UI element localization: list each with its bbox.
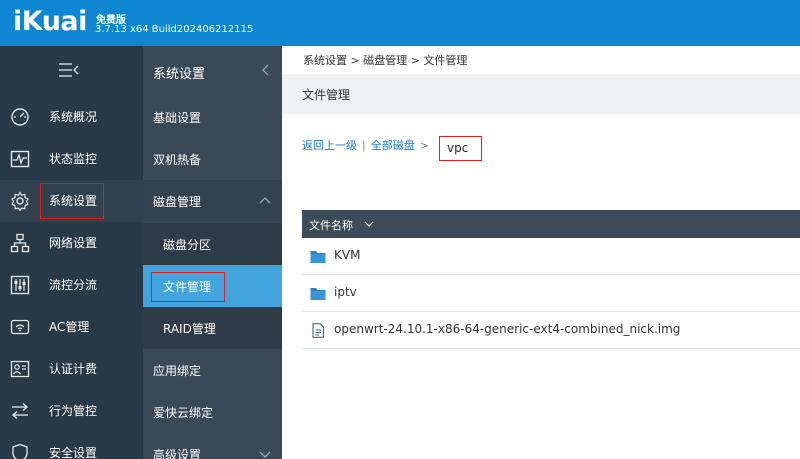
monitor-icon	[10, 150, 30, 168]
table-row[interactable]: openwrt-24.10.1-x86-64-generic-ext4-comb…	[302, 312, 800, 349]
sidebar2-item-label: 磁盘管理	[153, 195, 202, 209]
user-card-icon	[10, 360, 30, 378]
sidebar-item-security[interactable]: 安全设置	[0, 432, 143, 459]
sidebar2-item-label: 高级设置	[153, 448, 202, 459]
sidebar2-item-label: 磁盘分区	[163, 238, 212, 252]
sidebar-item-label: AC管理	[49, 320, 90, 334]
sidebar-item-label: 流控分流	[49, 278, 98, 292]
table-row[interactable]: KVM	[302, 238, 800, 275]
column-header-filename[interactable]: 文件名称	[309, 217, 353, 233]
disk-management-submenu: 磁盘分区 文件管理 RAID管理	[143, 223, 282, 349]
path-divider: |	[362, 139, 366, 152]
sidebar2-item-app-binding[interactable]: 应用绑定	[143, 349, 282, 391]
folder-icon	[310, 288, 326, 300]
sidebar2-item-label: 基础设置	[153, 111, 202, 125]
file-name[interactable]: KVM	[334, 248, 360, 262]
gear-icon	[11, 191, 29, 211]
sidebar-item-label: 安全设置	[49, 446, 98, 459]
sidebar2-item-cloud-binding[interactable]: 爱快云绑定	[143, 391, 282, 433]
sidebar2-item-disk-partition[interactable]: 磁盘分区	[143, 223, 282, 265]
sidebar-collapse-row	[0, 46, 143, 96]
ikuai-logo: iKuai	[13, 6, 87, 37]
sidebar-item-traffic-control[interactable]: 流控分流	[0, 264, 143, 306]
sidebar-item-behavior-control[interactable]: 行为管控	[0, 390, 143, 432]
main-content: 系统设置 > 磁盘管理 > 文件管理 文件管理 返回上一级 | 全部磁盘 > vpc …	[282, 46, 800, 459]
path-arrow: >	[419, 139, 429, 152]
sidebar-item-monitor[interactable]: 状态监控	[0, 138, 143, 180]
top-bar: iKuai 免费版 3.7.13 x64 Build202406212115	[0, 0, 800, 46]
sidebar-item-ac-management[interactable]: AC管理	[0, 306, 143, 348]
file-name[interactable]: iptv	[334, 285, 357, 299]
table-row[interactable]: iptv	[302, 275, 800, 312]
secondary-sidebar-header: 系统设置	[143, 46, 282, 96]
sidebar-item-label: 状态监控	[49, 152, 98, 166]
sidebar-item-label: 系统设置	[49, 194, 98, 208]
sidebar-item-overview[interactable]: 系统概况	[0, 96, 143, 138]
sidebar2-item-label: 文件管理	[163, 280, 212, 294]
sidebar-item-label: 行为管控	[49, 404, 98, 418]
chevron-down-icon	[259, 451, 271, 458]
sidebar2-item-hot-standby[interactable]: 双机热备	[143, 138, 282, 180]
path-navigation: 返回上一级 | 全部磁盘 >	[302, 137, 429, 153]
chevron-left-icon[interactable]	[261, 64, 271, 76]
file-name[interactable]: openwrt-24.10.1-x86-64-generic-ext4-comb…	[334, 322, 680, 336]
sort-chevron-down-icon[interactable]	[364, 220, 374, 228]
back-link[interactable]: 返回上一级	[302, 139, 357, 152]
primary-sidebar: 系统概况 状态监控 系统设置 网络设置 流控分流 AC管理 认证计费 行为管控 …	[0, 46, 143, 459]
file-table-header: 文件名称	[302, 210, 800, 238]
highlight-box-current-path: vpc	[439, 136, 482, 161]
arrows-icon	[12, 403, 28, 419]
sidebar2-item-raid-management[interactable]: RAID管理	[143, 307, 282, 349]
file-document-icon	[312, 323, 325, 338]
network-icon	[10, 233, 30, 253]
chevron-up-icon	[259, 197, 271, 204]
menu-collapse-icon[interactable]	[58, 60, 80, 80]
sidebar2-item-label: RAID管理	[163, 322, 216, 336]
sidebar2-item-file-management[interactable]: 文件管理	[143, 265, 282, 307]
version-label: 3.7.13 x64 Build202406212115	[95, 24, 254, 35]
sidebar2-item-label: 应用绑定	[153, 364, 202, 378]
sidebar-item-system-settings[interactable]: 系统设置	[0, 180, 143, 222]
shield-icon	[12, 443, 28, 459]
sidebar-item-label: 网络设置	[49, 236, 98, 250]
sliders-icon	[10, 275, 30, 295]
router-icon	[10, 319, 30, 335]
sidebar2-item-label: 爱快云绑定	[153, 406, 214, 420]
folder-icon	[310, 251, 326, 263]
secondary-sidebar-title: 系统设置	[153, 67, 206, 82]
app-window: iKuai 免费版 3.7.13 x64 Build202406212115 系…	[0, 0, 800, 459]
sidebar-item-network[interactable]: 网络设置	[0, 222, 143, 264]
all-disks-link[interactable]: 全部磁盘	[371, 139, 415, 152]
file-table: 文件名称 KVM iptv openwrt-24.10.1-x86-64-gen…	[302, 210, 800, 349]
sidebar-item-label: 系统概况	[49, 110, 98, 124]
page-title: 文件管理	[302, 88, 351, 102]
sidebar2-item-disk-management[interactable]: 磁盘管理	[143, 180, 282, 222]
page-header: 文件管理	[282, 74, 800, 114]
breadcrumb: 系统设置 > 磁盘管理 > 文件管理	[303, 54, 468, 67]
sidebar2-item-basic-settings[interactable]: 基础设置	[143, 96, 282, 138]
current-path-label: vpc	[447, 141, 469, 155]
secondary-sidebar: 系统设置 基础设置 双机热备 磁盘管理 磁盘分区 文件管理 RAID管理 应用绑…	[143, 46, 282, 459]
dashboard-icon	[11, 108, 29, 126]
sidebar2-item-advanced-settings[interactable]: 高级设置	[143, 433, 282, 459]
sidebar-item-auth-billing[interactable]: 认证计费	[0, 348, 143, 390]
sidebar-item-label: 认证计费	[49, 362, 98, 376]
sidebar2-item-label: 双机热备	[153, 153, 202, 167]
